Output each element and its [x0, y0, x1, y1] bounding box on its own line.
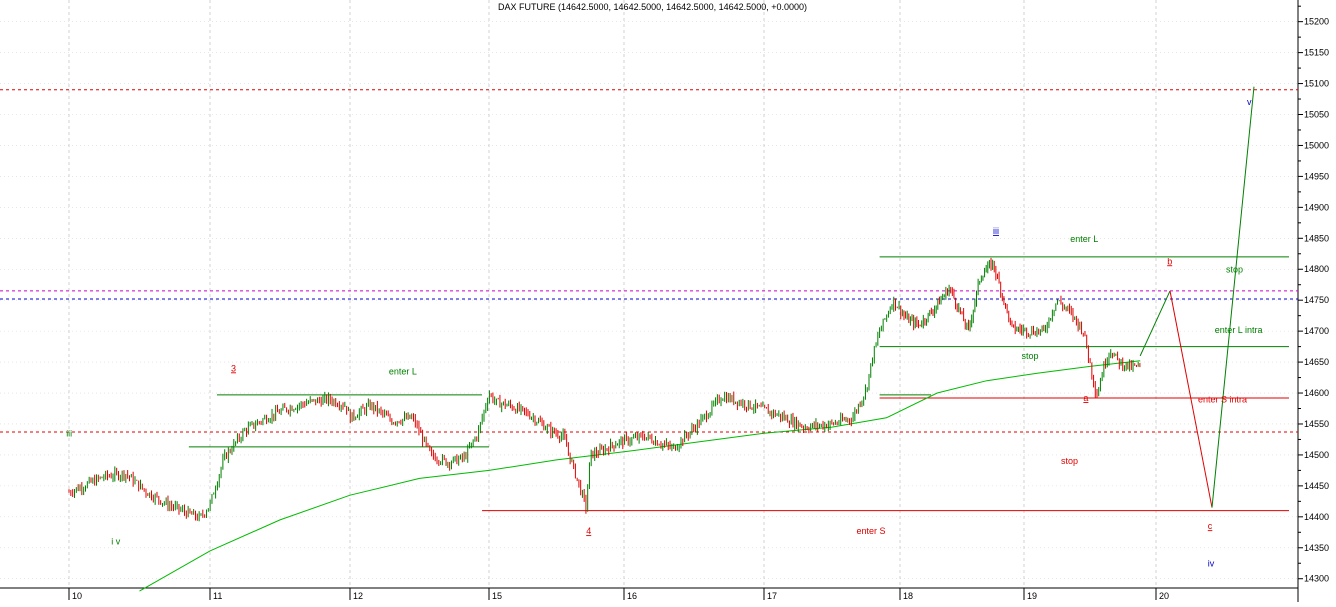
chart-annotation: enter L intra	[1215, 325, 1263, 335]
y-tick-label: 14450	[1304, 481, 1329, 491]
y-tick-label: 15000	[1304, 140, 1329, 150]
chart-annotation: 4	[586, 526, 591, 536]
chart-annotation: enter S	[856, 526, 885, 536]
chart-title: DAX FUTURE (14642.5000, 14642.5000, 1464…	[498, 2, 807, 12]
y-tick-label: 14850	[1304, 233, 1329, 243]
chart-annotation: enter L	[1070, 234, 1098, 244]
y-tick-label: 15200	[1304, 17, 1329, 27]
chart-annotation: iv	[1208, 558, 1215, 568]
projection-segment	[1211, 86, 1255, 508]
y-tick-label: 14950	[1304, 171, 1329, 181]
x-tick-label: 12	[353, 591, 363, 601]
x-tick-label: 11	[213, 591, 222, 601]
y-tick-label: 15150	[1304, 48, 1329, 58]
chart-annotation: a	[1083, 393, 1088, 403]
chart-annotation: stop	[1022, 351, 1039, 361]
chart-annotation: stop	[1061, 456, 1078, 466]
price-chart: 14300 14350 14400 14450 14500 14550 14600 14650…	[0, 0, 1329, 602]
chart-annotation: enter S intra	[1198, 394, 1247, 404]
y-tick-label: 14650	[1304, 357, 1329, 367]
chart-annotation: iii	[66, 428, 72, 438]
x-tick-label: 17	[767, 591, 777, 601]
chart-annotation: b	[1167, 256, 1172, 266]
x-tick-label: 19	[1027, 591, 1037, 601]
x-tick-label: 15	[492, 591, 502, 601]
y-tick-label: 14350	[1304, 543, 1329, 553]
x-tick-label: 18	[903, 591, 913, 601]
x-tick-label: 16	[627, 591, 637, 601]
y-tick-label: 14800	[1304, 264, 1329, 274]
chart-annotation: c	[1208, 521, 1213, 531]
chart-annotation: iii	[993, 226, 999, 236]
x-tick-label: 20	[1159, 591, 1169, 601]
chart-annotation: enter L	[389, 366, 417, 376]
y-tick-label: 14700	[1304, 326, 1329, 336]
x-tick-label: 10	[72, 591, 82, 601]
chart-annotation: 3	[231, 363, 236, 373]
y-tick-label: 14400	[1304, 512, 1329, 522]
y-tick-label: 14550	[1304, 419, 1329, 429]
chart-annotation: i v	[111, 537, 121, 547]
chart-area: 14300 14350 14400 14450 14500 14550 14600 14650…	[0, 0, 1336, 602]
y-tick-label: 15050	[1304, 110, 1329, 120]
y-tick-label: 14500	[1304, 450, 1329, 460]
chart-annotation: stop	[1226, 264, 1243, 274]
y-tick-label: 14750	[1304, 295, 1329, 305]
y-tick-label: 14600	[1304, 388, 1329, 398]
y-tick-label: 14900	[1304, 202, 1329, 212]
y-tick-label: 14300	[1304, 574, 1329, 584]
chart-annotation: v	[1247, 97, 1252, 107]
y-tick-label: 15100	[1304, 79, 1329, 89]
